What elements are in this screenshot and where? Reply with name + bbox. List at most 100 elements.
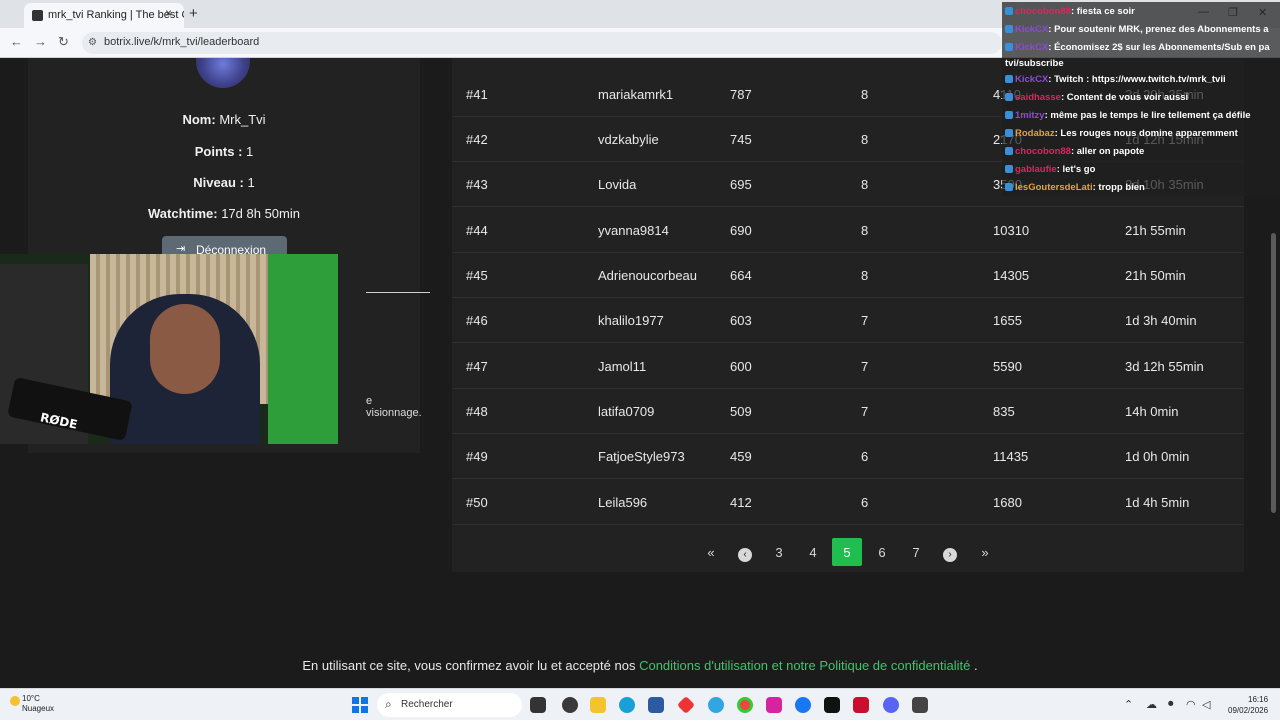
- tiktok-icon[interactable]: [824, 697, 840, 713]
- windows-start-icon[interactable]: [352, 697, 368, 713]
- site-favicon-icon: [32, 10, 43, 21]
- level-cell: 7: [861, 313, 869, 328]
- app-icon[interactable]: [562, 697, 578, 713]
- username-cell: Jamol11: [598, 359, 647, 374]
- app-round-icon[interactable]: [708, 697, 724, 713]
- chat-username: KickCX: [1015, 24, 1049, 35]
- table-row: #49 FatjoeStyle973 459 6 11435 1d 0h 0min: [452, 434, 1244, 479]
- chat-message: KickCX: Économisez 2$ sur les Abonnement…: [1005, 42, 1270, 53]
- tab-title: mrk_tvi Ranking | The best Cha: [48, 9, 184, 21]
- new-tab-button[interactable]: +: [189, 5, 198, 22]
- facebook-icon[interactable]: [795, 697, 811, 713]
- page-6-button[interactable]: 6: [867, 538, 897, 566]
- level-cell: 8: [861, 268, 869, 283]
- file-explorer-icon[interactable]: [590, 697, 606, 713]
- wifi-icon[interactable]: ◠: [1186, 698, 1196, 711]
- chat-message: chocobon88: fiesta ce soir: [1005, 6, 1135, 17]
- page-5-button[interactable]: 5: [832, 538, 862, 566]
- watchtime-cell: 1d 3h 40min: [1125, 313, 1197, 328]
- level-cell: 8: [861, 223, 869, 238]
- chevron-up-icon[interactable]: ⌃: [1124, 698, 1133, 711]
- browser-tab[interactable]: mrk_tvi Ranking | The best Cha: [24, 3, 184, 28]
- chat-username: saidhasse: [1015, 92, 1061, 103]
- chat-text: : Économisez 2$ sur les Abonnements/Sub …: [1048, 42, 1270, 53]
- volume-icon[interactable]: ◁: [1202, 698, 1210, 711]
- username-cell: khalilo1977: [598, 313, 664, 328]
- site-info-icon[interactable]: ⚙: [88, 37, 97, 48]
- chat-text: : même pas le temps le lire tellement ça…: [1044, 110, 1251, 121]
- points-cell: 603: [730, 313, 752, 328]
- username-cell: Adrienoucorbeau: [598, 268, 698, 283]
- rank-cell: #42: [466, 132, 488, 147]
- level-cell: 8: [861, 87, 869, 102]
- table-row: #47 Jamol11 600 7 5590 3d 12h 55min: [452, 344, 1244, 389]
- rank-cell: #44: [466, 223, 488, 238]
- microphone-icon[interactable]: ⏺: [1168, 698, 1174, 711]
- messages-cell: 14305: [993, 268, 1030, 283]
- watchtime-cell: 1d 0h 0min: [1125, 449, 1190, 464]
- instagram-icon[interactable]: [766, 697, 782, 713]
- chat-message: gablaufie: let's go: [1005, 164, 1095, 175]
- watchtime-cell: 21h 50min: [1125, 268, 1186, 283]
- username-cell: Lovida: [598, 177, 637, 192]
- app-diamond-icon[interactable]: [676, 695, 696, 715]
- footer: En utilisant ce site, vous confirmez avo…: [302, 658, 978, 673]
- messages-cell: 1655: [993, 313, 1022, 328]
- table-row: #46 khalilo1977 603 7 1655 1d 3h 40min: [452, 298, 1244, 343]
- points-cell: 509: [730, 404, 752, 419]
- clock[interactable]: 16:16 09/02/2026: [1228, 694, 1268, 716]
- mcafee-icon[interactable]: [853, 697, 869, 713]
- first-page-button[interactable]: «: [696, 538, 726, 566]
- reload-icon[interactable]: ↻: [58, 34, 69, 50]
- next-page-button[interactable]: ›: [935, 538, 965, 566]
- pagination: « ‹ 3 4 5 6 7 › »: [452, 534, 1244, 570]
- terms-link[interactable]: Conditions d'utilisation et notre Politi…: [639, 658, 970, 673]
- weather-widget[interactable]: 10°C Nuageux: [10, 694, 54, 714]
- messages-cell: 11435: [993, 449, 1029, 464]
- points-cell: 787: [730, 87, 752, 102]
- watchtime-cell: 21h 55min: [1125, 223, 1186, 238]
- page-7-button[interactable]: 7: [901, 538, 931, 566]
- username-cell: Leila596: [598, 495, 648, 510]
- page-4-button[interactable]: 4: [798, 538, 828, 566]
- table-row: #44 yvanna9814 690 8 10310 21h 55min: [452, 208, 1244, 253]
- taskbar-search[interactable]: ⌕ Rechercher: [377, 693, 522, 717]
- badge-icon: [1005, 43, 1013, 51]
- forward-icon[interactable]: →: [34, 34, 47, 49]
- page-scrollbar[interactable]: [1271, 233, 1276, 513]
- page-3-button[interactable]: 3: [764, 538, 794, 566]
- chat-text: : aller on papote: [1070, 146, 1145, 157]
- watchtime-cell: 3d 12h 55min: [1125, 359, 1204, 374]
- level-cell: 8: [861, 177, 869, 192]
- last-page-button[interactable]: »: [970, 538, 1000, 566]
- prev-page-button[interactable]: ‹: [730, 538, 760, 566]
- table-row: #50 Leila596 412 6 1680 1d 4h 5min: [452, 480, 1244, 525]
- chat-username: 1mitzy: [1015, 110, 1045, 121]
- divider: [366, 292, 430, 293]
- task-view-icon[interactable]: [530, 697, 546, 713]
- chat-message: KickCX: Twitch : https://www.twitch.tv/m…: [1005, 74, 1226, 85]
- level-cell: 7: [861, 359, 869, 374]
- edge-icon[interactable]: [619, 697, 635, 713]
- tab-close-icon[interactable]: ×: [165, 6, 172, 20]
- chat-username: KickCX: [1015, 74, 1049, 85]
- store-icon[interactable]: [648, 697, 664, 713]
- chat-text: : tropp bien: [1092, 182, 1145, 193]
- terminal-icon[interactable]: [912, 697, 928, 713]
- cloud-icon[interactable]: ☁: [1146, 698, 1157, 711]
- rank-cell: #48: [466, 404, 488, 419]
- chat-text: : Content de vous voir aussi: [1060, 92, 1189, 103]
- points-cell: 745: [730, 132, 752, 147]
- messages-cell: 10310: [993, 223, 1030, 238]
- level-cell: 8: [861, 132, 869, 147]
- chrome-icon[interactable]: [737, 697, 753, 713]
- chat-username: Rodabaz: [1015, 128, 1055, 139]
- chat-text: tvi/subscribe: [1005, 58, 1064, 69]
- points-cell: 412: [730, 495, 752, 510]
- discord-icon[interactable]: [883, 697, 899, 713]
- back-icon[interactable]: ←: [10, 34, 23, 49]
- table-row: #45 Adrienoucorbeau 664 8 14305 21h 50min: [452, 253, 1244, 298]
- chat-username: chocobon88: [1015, 146, 1071, 157]
- badge-icon: [1005, 111, 1013, 119]
- url-input[interactable]: ⚙ botrix.live/k/mrk_tvi/leaderboard: [82, 32, 1002, 54]
